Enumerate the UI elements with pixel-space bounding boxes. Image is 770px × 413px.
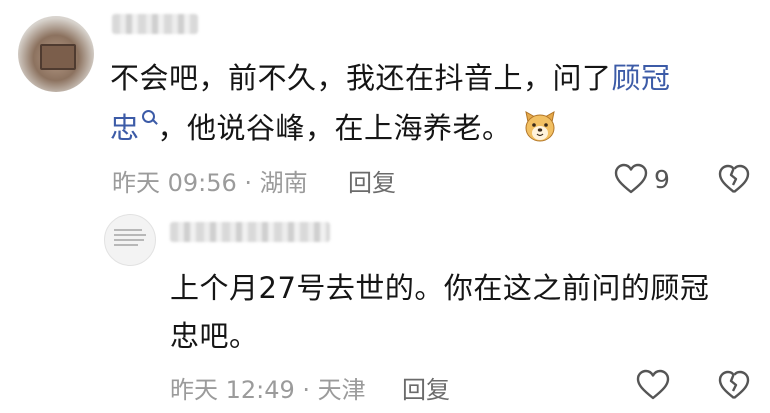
like-count: 9: [654, 165, 670, 194]
broken-heart-icon[interactable]: [718, 163, 750, 195]
username-blurred[interactable]: [170, 222, 330, 242]
dog-face-emoji: [524, 111, 555, 142]
avatar-text-decoration: [114, 239, 144, 241]
comment-text-line: 不会吧，前不久，我还在抖音上，问了顾冠: [110, 54, 671, 102]
avatar-text-decoration: [114, 234, 146, 236]
reply-button[interactable]: 回复: [348, 163, 396, 198]
heart-icon[interactable]: [636, 369, 670, 401]
comment-meta: 昨天 09:56 · 湖南: [112, 169, 308, 197]
reply-button[interactable]: 回复: [402, 370, 450, 405]
comment-text: 不会吧，前不久，我还在抖音上，问了: [110, 61, 612, 95]
search-link[interactable]: 忠: [110, 111, 140, 145]
heart-icon[interactable]: [614, 163, 648, 195]
comment-thread: 不会吧，前不久，我还在抖音上，问了顾冠 忠 ，他说谷峰，在上海养老。 昨天 09:…: [0, 0, 770, 413]
search-link[interactable]: 顾冠: [612, 61, 671, 95]
avatar[interactable]: [18, 16, 94, 92]
comment-text: 忠吧。: [170, 319, 259, 353]
photo-frame-image: [40, 44, 76, 70]
comment-text: 上个月27号去世的。你在这之前问的顾冠: [170, 271, 710, 305]
comment-text-line: 忠 ，他说谷峰，在上海养老。: [110, 104, 558, 152]
search-icon[interactable]: [141, 110, 158, 126]
avatar[interactable]: [104, 214, 156, 266]
avatar-text-decoration: [114, 229, 142, 231]
broken-heart-icon[interactable]: [718, 369, 750, 401]
comment-meta: 昨天 12:49 · 天津: [170, 376, 366, 404]
comment-text: ，他说谷峰，在上海养老。: [157, 111, 512, 145]
username-blurred[interactable]: [112, 14, 198, 34]
avatar-text-decoration: [114, 244, 138, 246]
